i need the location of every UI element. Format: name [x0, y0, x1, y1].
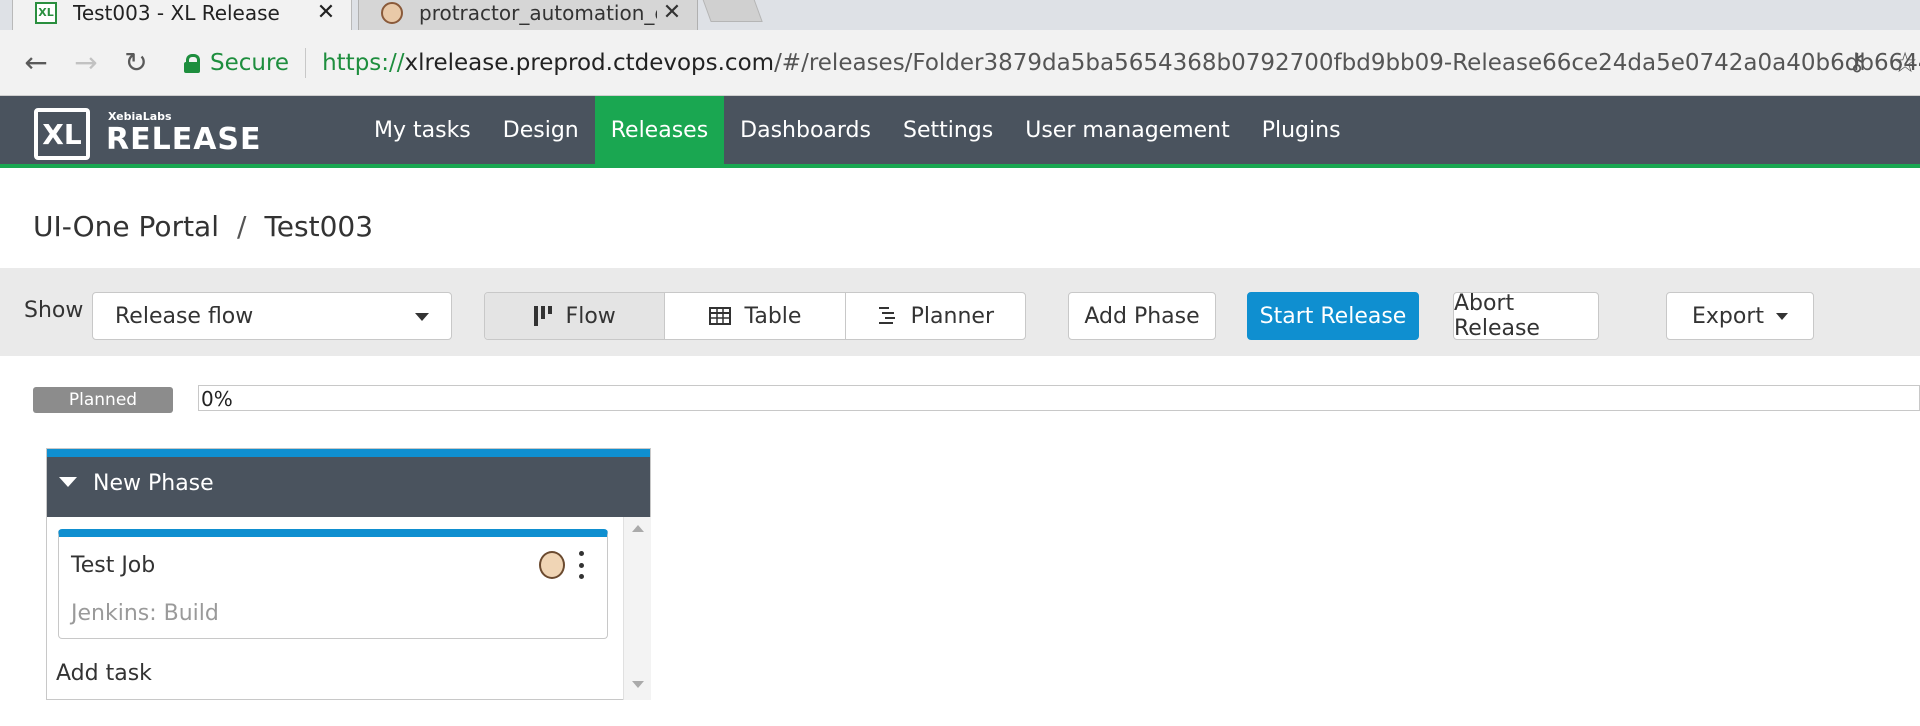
- task-type: Jenkins: Build: [71, 601, 219, 626]
- phase-scrollbar[interactable]: [623, 517, 651, 700]
- url-scheme: https://: [322, 50, 405, 76]
- tab-planner[interactable]: Planner: [846, 293, 1025, 339]
- xl-release-favicon-icon: XL: [35, 1, 57, 24]
- flow-icon: [533, 306, 552, 326]
- chevron-down-icon: [1776, 312, 1788, 320]
- back-arrow-icon[interactable]: ←: [16, 42, 56, 82]
- new-tab-button[interactable]: [701, 0, 763, 22]
- tab-planner-label: Planner: [910, 303, 994, 329]
- scroll-up-icon[interactable]: [632, 525, 644, 532]
- logo-product: RELEASE: [106, 122, 262, 157]
- tab-flow-label: Flow: [565, 303, 616, 329]
- start-release-button[interactable]: Start Release: [1247, 292, 1419, 340]
- app-header: XL XebiaLabs RELEASE My tasks Design Rel…: [0, 96, 1920, 168]
- logo-mark: XL: [34, 108, 90, 160]
- chevron-down-icon: [415, 313, 429, 321]
- browser-tab-inactive[interactable]: protractor_automation_d ✕: [358, 0, 698, 30]
- show-select-value: Release flow: [115, 303, 254, 329]
- release-toolbar: Show Release flow Flow Table Planner Add…: [0, 268, 1920, 356]
- tab-title: Test003 - XL Release: [73, 0, 280, 25]
- add-task-link[interactable]: Add task: [56, 661, 152, 686]
- nav-dashboards[interactable]: Dashboards: [724, 96, 887, 164]
- collapse-caret-icon[interactable]: [59, 477, 77, 487]
- show-select[interactable]: Release flow: [92, 292, 452, 340]
- address-bar[interactable]: Secure https://xlrelease.preprod.ctdevop…: [168, 40, 1920, 86]
- tab-close-icon[interactable]: ✕: [311, 0, 341, 25]
- nav-releases[interactable]: Releases: [594, 96, 725, 164]
- xl-release-logo[interactable]: XL XebiaLabs RELEASE: [32, 104, 261, 160]
- task-menu-icon[interactable]: [575, 551, 587, 579]
- jenkins-avatar-icon: [539, 551, 565, 579]
- tab-table-label: Table: [744, 303, 802, 329]
- progress-bar: 0%: [198, 385, 1920, 411]
- nav-my-tasks[interactable]: My tasks: [358, 96, 487, 164]
- address-separator: [305, 48, 307, 78]
- page-title: Test003: [264, 210, 374, 243]
- main-nav: My tasks Design Releases Dashboards Sett…: [358, 96, 1357, 164]
- table-icon: [708, 307, 731, 325]
- secure-label: Secure: [210, 50, 290, 76]
- bookmark-star-icon[interactable]: ☆: [1890, 46, 1920, 79]
- tab-title: protractor_automation_d: [419, 0, 657, 25]
- lock-icon: [184, 54, 200, 73]
- url-host: xlrelease.preprod.ctdevops.com: [404, 50, 775, 76]
- scroll-down-icon[interactable]: [632, 681, 644, 688]
- url-text[interactable]: https://xlrelease.preprod.ctdevops.com/#…: [322, 50, 1920, 76]
- planner-icon: [878, 307, 895, 324]
- browser-tab-active[interactable]: XL Test003 - XL Release ✕: [12, 0, 352, 30]
- task-card[interactable]: Test Job Jenkins: Build: [58, 529, 608, 639]
- nav-user-management[interactable]: User management: [1009, 96, 1246, 164]
- nav-design[interactable]: Design: [487, 96, 595, 164]
- export-label: Export: [1691, 303, 1764, 329]
- breadcrumb: UI-One Portal / Test003: [33, 210, 373, 243]
- export-button[interactable]: Export: [1666, 292, 1814, 340]
- phase-column: New Phase Test Job Jenkins: Build Add ta…: [46, 448, 651, 700]
- url-path: /#/releases/Folder3879da5ba5654368b07927…: [774, 50, 1920, 76]
- add-phase-button[interactable]: Add Phase: [1068, 292, 1216, 340]
- tab-table[interactable]: Table: [665, 293, 846, 339]
- view-toggle-group: Flow Table Planner: [484, 292, 1026, 340]
- tab-flow[interactable]: Flow: [485, 293, 666, 339]
- show-label: Show: [24, 298, 84, 323]
- abort-release-button[interactable]: Abort Release: [1453, 291, 1599, 341]
- nav-plugins[interactable]: Plugins: [1246, 96, 1357, 164]
- phase-header[interactable]: New Phase: [47, 449, 650, 517]
- status-badge: Planned: [33, 387, 173, 413]
- jenkins-favicon-icon: [381, 1, 403, 24]
- reload-icon[interactable]: ↻: [116, 42, 156, 82]
- tab-close-icon[interactable]: ✕: [657, 0, 687, 25]
- breadcrumb-folder[interactable]: UI-One Portal: [33, 210, 219, 243]
- nav-settings[interactable]: Settings: [887, 96, 1009, 164]
- forward-arrow-icon[interactable]: →: [66, 42, 106, 82]
- task-title: Test Job: [71, 553, 156, 578]
- progress-text: 0%: [201, 387, 233, 411]
- key-icon[interactable]: ⚷: [1842, 48, 1872, 78]
- breadcrumb-divider: /: [237, 210, 247, 243]
- browser-toolbar: ← → ↻ Secure https://xlrelease.preprod.c…: [0, 30, 1920, 96]
- phase-title[interactable]: New Phase: [93, 471, 214, 496]
- browser-tab-strip: XL Test003 - XL Release ✕ protractor_aut…: [0, 0, 1920, 30]
